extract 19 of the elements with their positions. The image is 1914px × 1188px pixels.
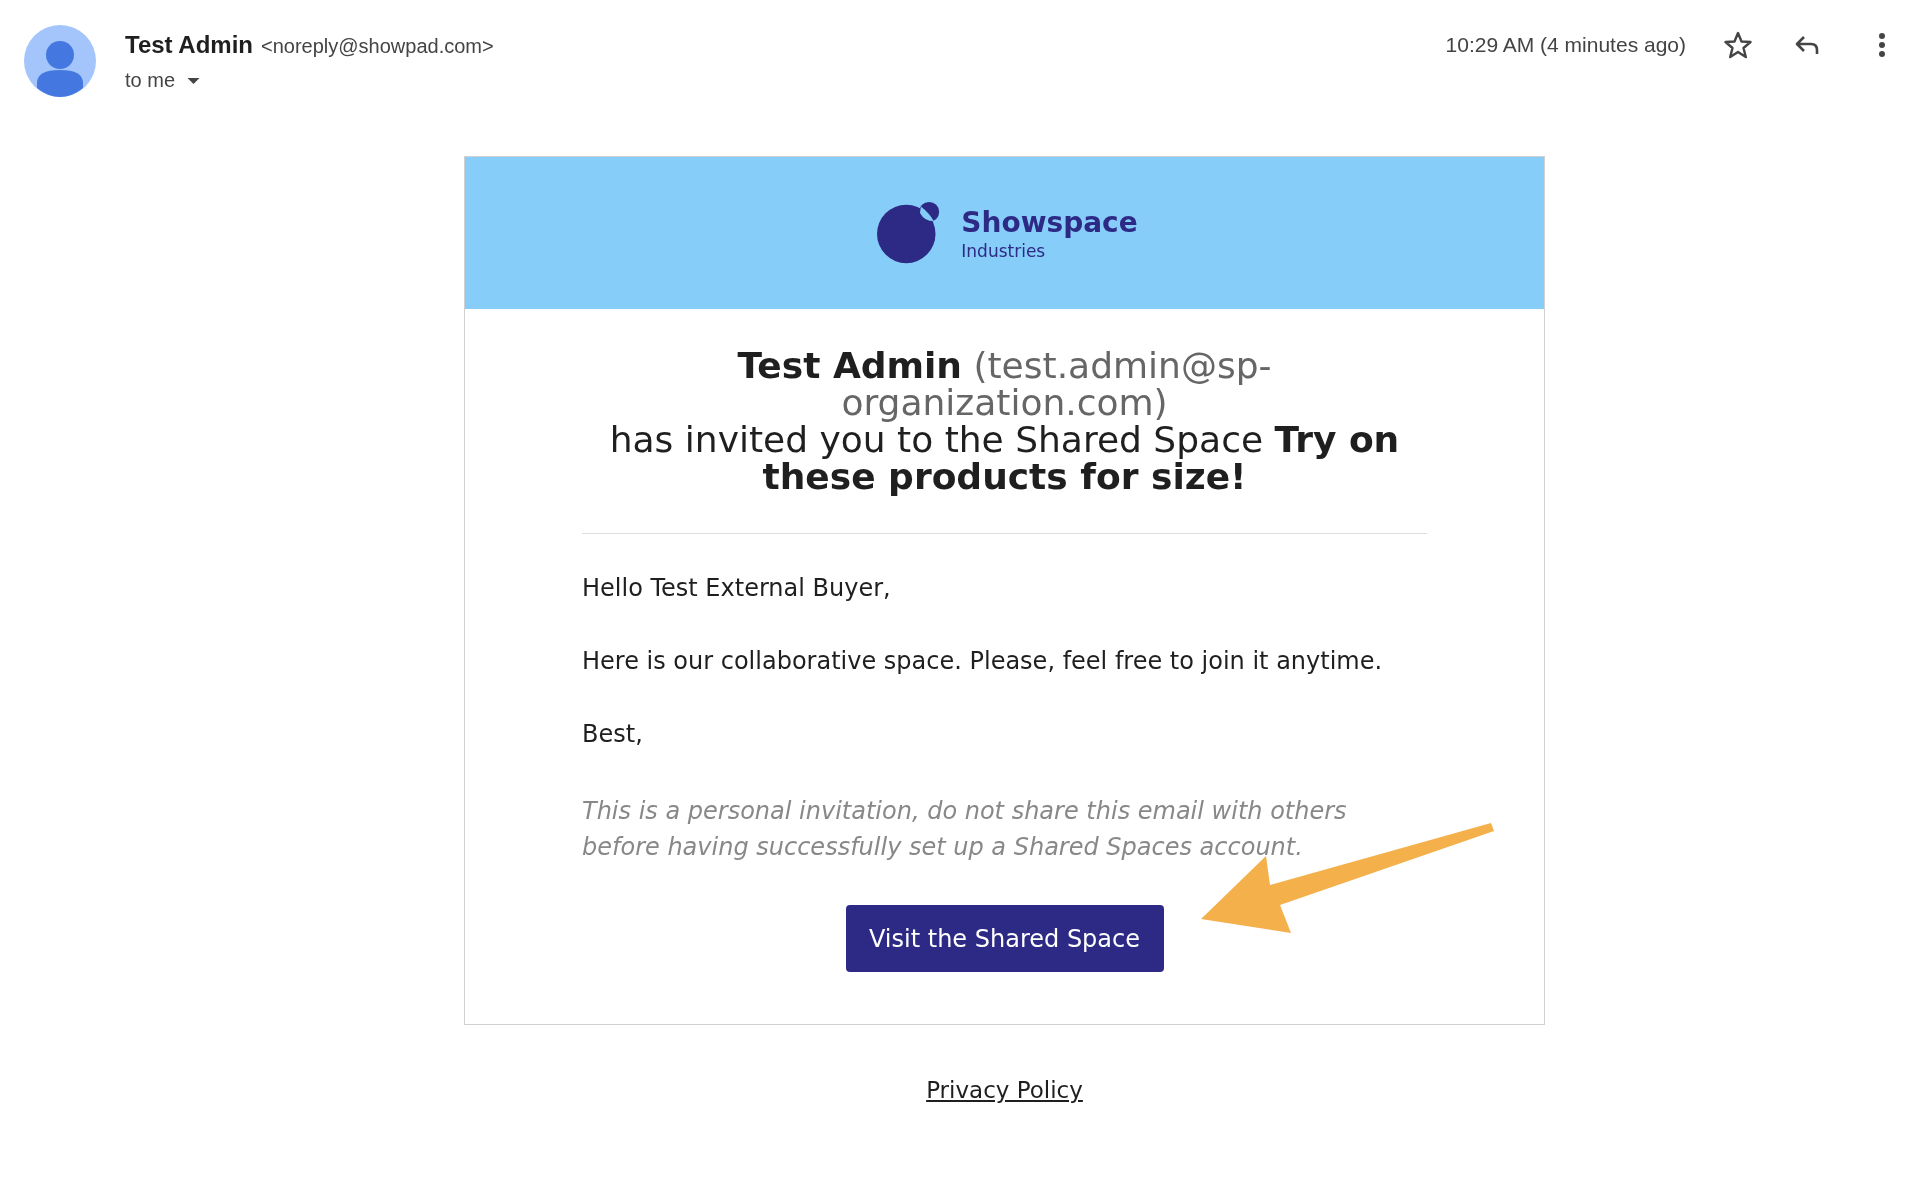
sender-name: Test Admin xyxy=(125,31,253,59)
sender-email: <noreply@showpad.com> xyxy=(261,35,494,58)
invitation-headline: Test Admin (test.admin@sp-organization.com) has invited you to the Shared Space Try on these products for size! xyxy=(608,347,1401,495)
brand-name: Showspace xyxy=(961,205,1138,239)
reply-icon[interactable] xyxy=(1794,33,1820,57)
body-text: Hello Test External Buyer, xyxy=(582,574,892,602)
logo-icon xyxy=(877,201,942,265)
brand-tagline: Industries xyxy=(961,240,1047,261)
timestamp: 10:29 AM (4 minutes ago) xyxy=(1445,33,1686,57)
star-icon[interactable] xyxy=(1724,31,1752,59)
body-text: Here is our collaborative space. Please, feel free to join it anytime. xyxy=(582,647,1384,675)
visit-button[interactable]: Visit the Shared Space xyxy=(845,905,1164,972)
more-icon[interactable] xyxy=(1878,32,1886,58)
disclaimer-text: This is a personal invitation, do not share this email with others before having successfully set up a Shared Spaces account. xyxy=(582,796,1348,863)
caret-icon xyxy=(187,77,201,84)
avatar-icon xyxy=(24,25,96,97)
body-text: Best, xyxy=(582,720,644,748)
recipient-dropdown[interactable]: to me xyxy=(125,69,201,92)
privacy-link[interactable]: Privacy Policy xyxy=(926,1077,1083,1103)
